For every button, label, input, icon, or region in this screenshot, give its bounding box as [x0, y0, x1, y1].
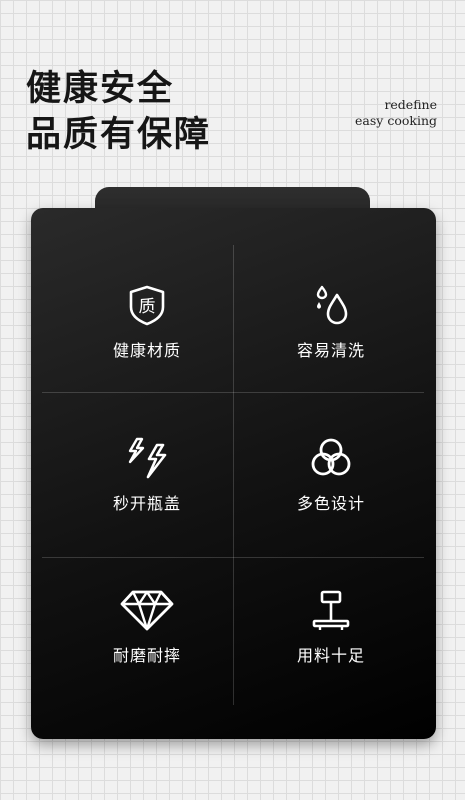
- feature-label: 容易清洗: [296, 341, 365, 360]
- headline-line-1: 健康安全: [26, 68, 175, 109]
- feature-label: 耐磨耐摔: [112, 646, 181, 665]
- water-drops-icon: [316, 285, 348, 325]
- diamond-icon: [120, 590, 174, 631]
- headline: 健康安全 品质有保障: [26, 66, 211, 158]
- feature-item: 质 健康材质: [52, 283, 242, 361]
- feature-item: 秒开瓶盖: [52, 436, 242, 514]
- scale-icon: [312, 590, 350, 630]
- color-circles-icon: [311, 438, 351, 476]
- feature-label: 健康材质: [112, 341, 181, 360]
- feature-item: 耐磨耐摔: [52, 588, 242, 666]
- feature-item: 多色设计: [236, 436, 426, 514]
- tagline-line-1: redefine: [384, 97, 437, 112]
- feature-label: 多色设计: [296, 494, 365, 513]
- grid-divider-horizontal: [42, 557, 424, 558]
- tagline: redefine easy cooking: [355, 97, 437, 129]
- feature-item: 容易清洗: [236, 283, 426, 361]
- shield-quality-icon: 质: [129, 285, 165, 326]
- grid-divider-horizontal: [42, 392, 424, 393]
- headline-line-2: 品质有保障: [26, 114, 212, 155]
- shield-glyph: 质: [139, 297, 156, 317]
- feature-label: 秒开瓶盖: [112, 494, 181, 513]
- feature-label: 用料十足: [296, 646, 365, 665]
- tagline-line-2: easy cooking: [355, 113, 437, 128]
- lightning-icon: [128, 437, 167, 479]
- feature-item: 用料十足: [236, 588, 426, 666]
